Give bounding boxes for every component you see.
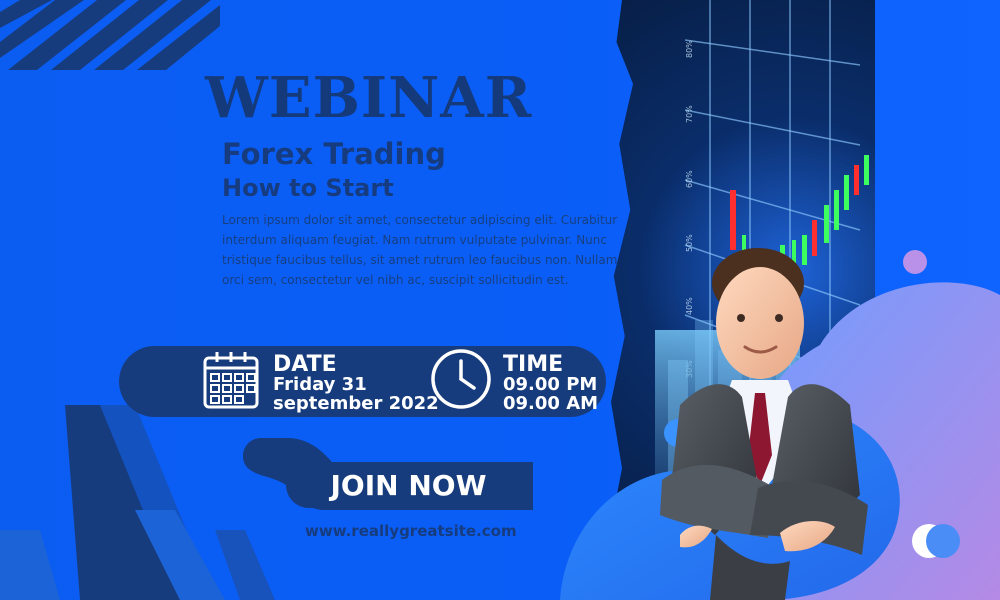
hero-subtitle: Forex Trading (222, 137, 446, 171)
calendar-icon (203, 352, 259, 409)
hero-title: WEBINAR (205, 65, 533, 131)
date-month-year: september 2022 (273, 393, 439, 414)
svg-text:60%: 60% (685, 170, 694, 188)
businessman-photo (660, 248, 868, 600)
svg-text:70%: 70% (685, 105, 694, 123)
hero-description: Lorem ipsum dolor sit amet, consectetur … (222, 213, 618, 287)
join-now-button[interactable]: JOIN NOW (286, 462, 531, 508)
webinar-flyer: 80% 70% 60% 50% 40% 30% (0, 0, 1000, 600)
clock-icon (431, 349, 491, 409)
time-end: 09.00 AM (503, 393, 599, 414)
diagonal-stripes (0, 0, 220, 70)
website-link[interactable]: www.reallygreatsite.com (305, 522, 517, 540)
date-day: Friday 31 (273, 374, 367, 395)
svg-text:80%: 80% (685, 40, 694, 58)
hero-subsubtitle: How to Start (222, 174, 394, 202)
time-start: 09.00 PM (503, 374, 598, 395)
date-label: DATE (273, 352, 337, 377)
time-label: TIME (503, 352, 564, 377)
